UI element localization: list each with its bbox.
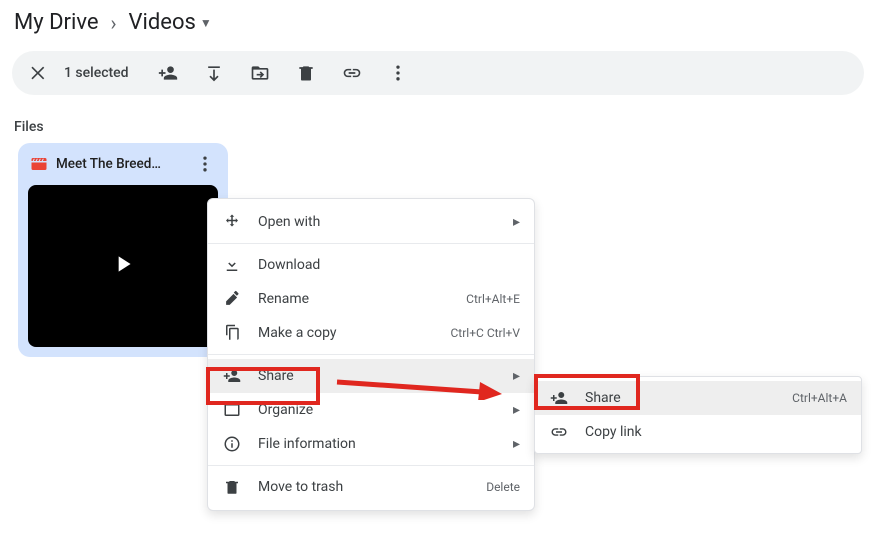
menu-file-info-label: File information [258,436,497,452]
menu-make-copy-label: Make a copy [258,325,435,341]
chevron-right-icon: ▸ [513,368,520,384]
breadcrumb-root-label: My Drive [14,10,99,35]
menu-organize[interactable]: Organize ▸ [208,393,534,427]
move-button[interactable] [249,62,271,84]
submenu-share-label: Share [585,390,776,406]
chevron-down-icon: ▼ [200,16,212,30]
menu-trash-label: Move to trash [258,479,470,495]
share-person-add-button[interactable] [157,62,179,84]
delete-button[interactable] [295,62,317,84]
breadcrumb: My Drive › Videos ▼ [0,0,876,41]
menu-separator [208,465,534,466]
selection-count: 1 selected [64,65,129,81]
folder-icon [222,401,242,419]
files-section-label: Files [0,95,876,143]
menu-trash-shortcut: Delete [486,480,520,494]
menu-share[interactable]: Share ▸ [208,359,534,393]
get-link-button[interactable] [341,62,363,84]
menu-file-info[interactable]: File information ▸ [208,427,534,461]
breadcrumb-root[interactable]: My Drive [14,10,99,35]
chevron-right-icon: ▸ [513,214,520,230]
menu-make-copy[interactable]: Make a copy Ctrl+C Ctrl+V [208,316,534,350]
menu-organize-label: Organize [258,402,497,418]
context-menu: Open with ▸ Download Rename Ctrl+Alt+E M… [207,198,535,511]
submenu-copy-link[interactable]: Copy link [535,415,861,449]
file-preview[interactable] [28,185,218,347]
person-add-icon [222,367,242,385]
link-icon [549,423,569,441]
play-icon [110,251,136,281]
video-file-icon [30,155,48,173]
trash-icon [222,478,242,496]
download-button[interactable] [203,62,225,84]
file-card[interactable]: Meet The Breed… [18,143,228,357]
menu-open-with-label: Open with [258,214,497,230]
menu-open-with[interactable]: Open with ▸ [208,205,534,239]
download-icon [222,256,242,274]
menu-download[interactable]: Download [208,248,534,282]
copy-icon [222,324,242,342]
share-submenu: Share Ctrl+Alt+A Copy link [534,376,862,454]
info-icon [222,435,242,453]
more-actions-button[interactable] [387,62,409,84]
menu-separator [208,354,534,355]
person-add-icon [549,389,569,407]
menu-rename-label: Rename [258,291,450,307]
open-with-icon [222,213,242,231]
breadcrumb-separator-icon: › [111,11,117,35]
submenu-share-shortcut: Ctrl+Alt+A [792,391,847,405]
menu-download-label: Download [258,257,520,273]
chevron-right-icon: ▸ [513,402,520,418]
submenu-copy-link-label: Copy link [585,424,847,440]
breadcrumb-current[interactable]: Videos ▼ [129,10,212,35]
menu-rename-shortcut: Ctrl+Alt+E [466,292,520,306]
menu-share-label: Share [258,368,497,384]
file-name: Meet The Breed… [56,156,186,172]
close-selection-button[interactable] [28,62,50,84]
file-card-header: Meet The Breed… [18,143,228,185]
rename-icon [222,290,242,308]
menu-trash[interactable]: Move to trash Delete [208,470,534,504]
breadcrumb-current-label: Videos [129,10,196,35]
submenu-share[interactable]: Share Ctrl+Alt+A [535,381,861,415]
menu-make-copy-shortcut: Ctrl+C Ctrl+V [451,326,521,340]
selection-action-bar: 1 selected [12,51,864,95]
file-more-button[interactable] [194,153,216,175]
chevron-right-icon: ▸ [513,436,520,452]
menu-separator [208,243,534,244]
menu-rename[interactable]: Rename Ctrl+Alt+E [208,282,534,316]
